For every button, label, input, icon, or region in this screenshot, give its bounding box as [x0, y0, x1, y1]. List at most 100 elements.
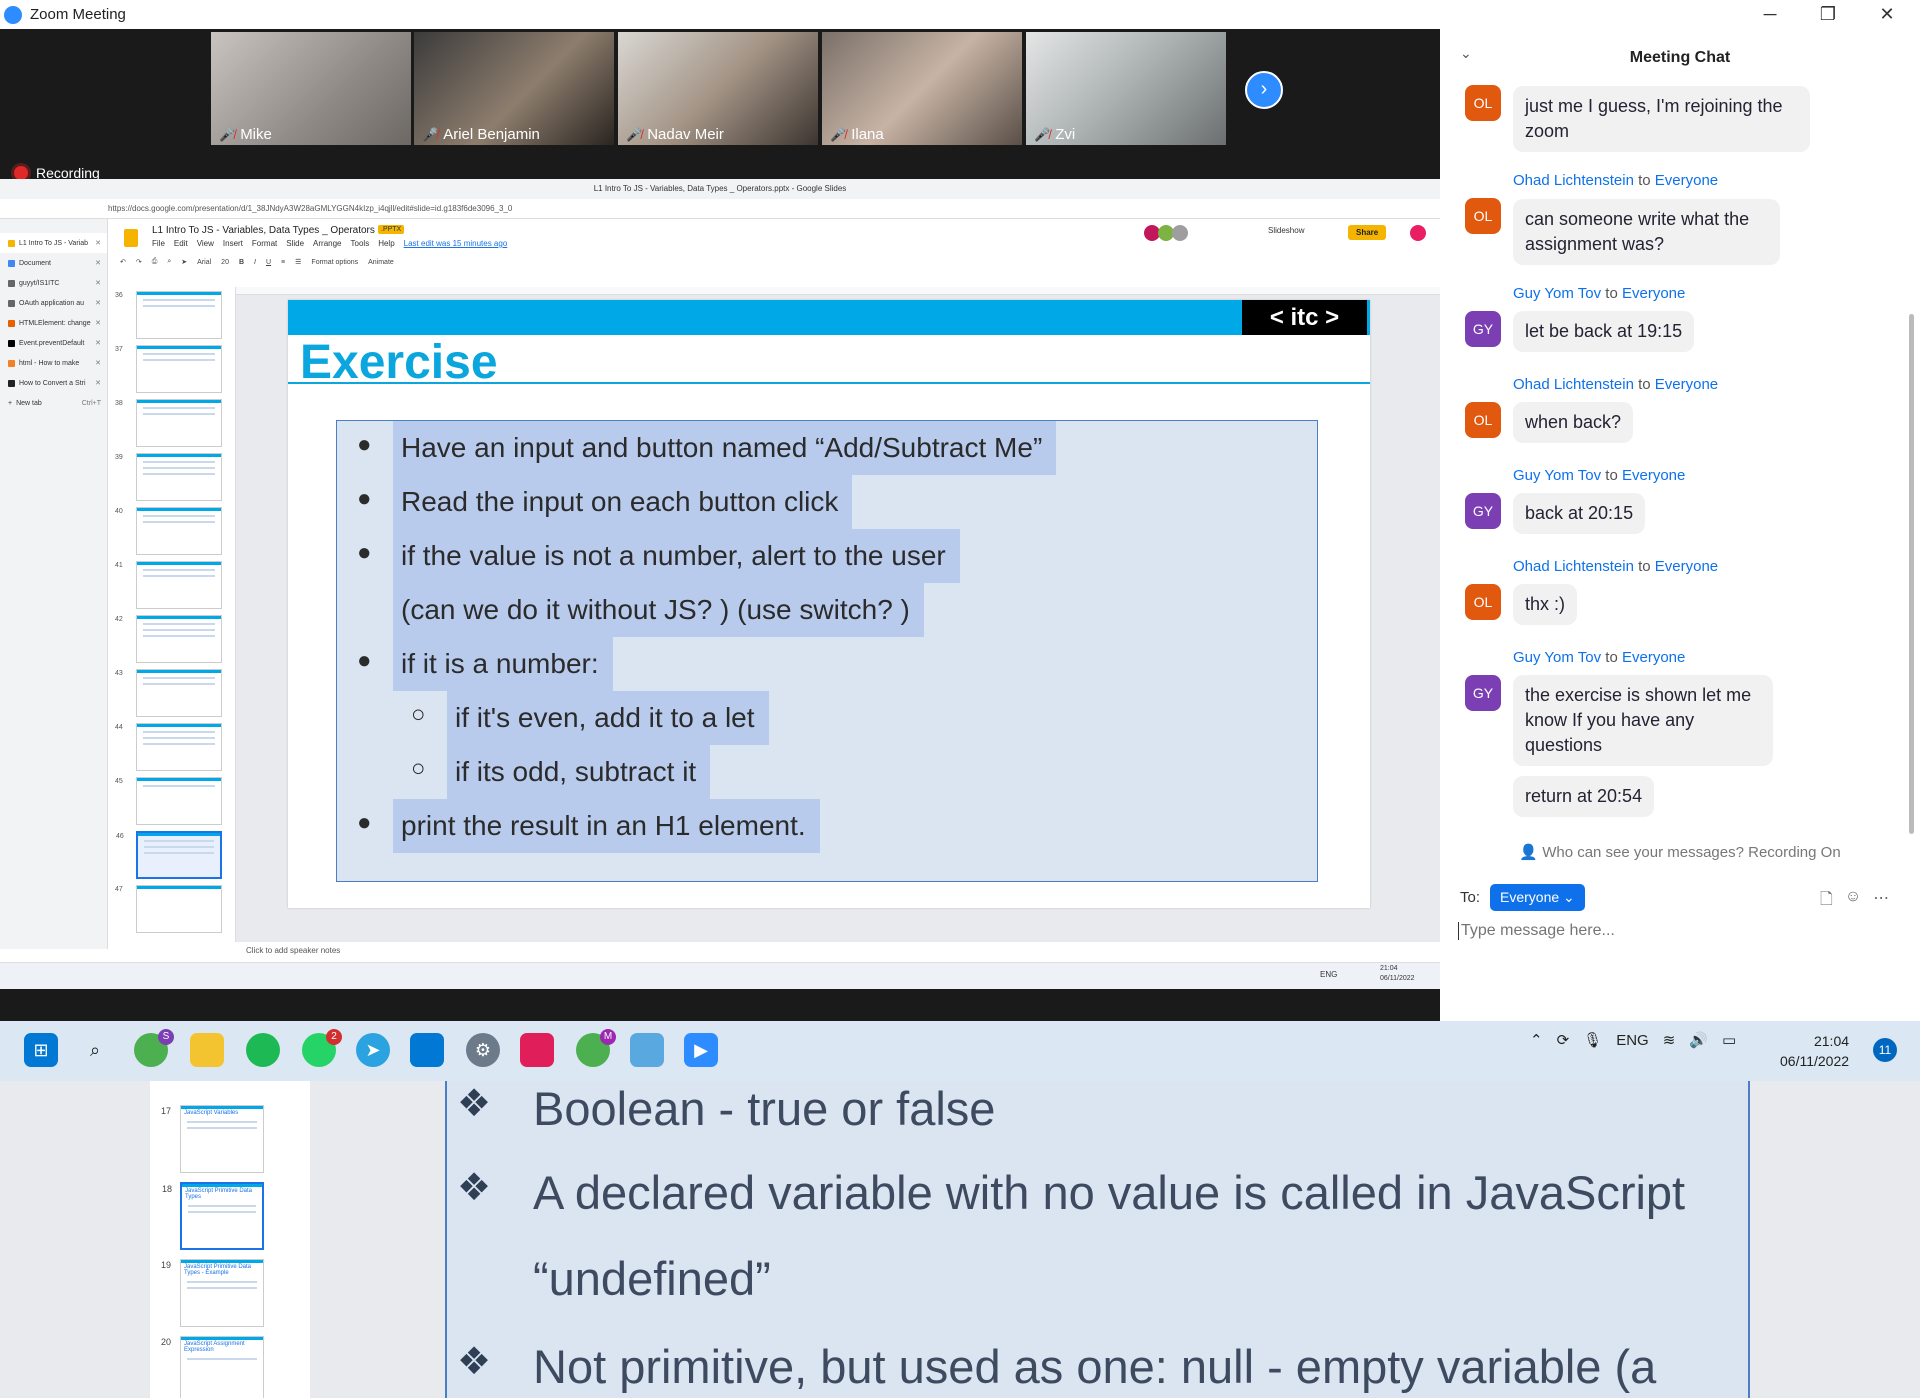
file-explorer-icon[interactable]	[190, 1033, 224, 1067]
collaborator-avatar	[1172, 225, 1188, 241]
slide-header-bar	[288, 300, 1370, 335]
close-button[interactable]: ✕	[1872, 4, 1902, 25]
browser-tab: HTMLElement: change ✕	[0, 313, 107, 333]
bullet-icon: ●	[357, 647, 372, 674]
menu-view: View	[196, 239, 214, 248]
microphone-icon[interactable]: 🎙	[1583, 1031, 1602, 1049]
recording-dot-icon	[14, 166, 28, 180]
close-tab-icon: ✕	[95, 280, 101, 287]
list-icon: ☰	[295, 259, 302, 266]
zoom-share-bottom-band	[0, 989, 1440, 1021]
browser-title: L1 Intro To JS - Variables, Data Types _…	[0, 179, 1440, 199]
chat-sender: Guy Yom Tov to Everyone	[1513, 467, 1686, 484]
menu-file: File	[152, 239, 165, 248]
tab-favicon-icon	[8, 359, 15, 367]
slideshow-button: Slideshow	[1268, 226, 1305, 235]
bullet-icon: ●	[357, 485, 372, 512]
close-tab-icon: ✕	[95, 360, 101, 367]
browser-tab: guyyt/IS1ITC ✕	[0, 273, 107, 293]
chat-message: thx :)	[1513, 584, 1578, 625]
wifi-icon[interactable]: ≋	[1663, 1031, 1676, 1049]
spotify-icon[interactable]	[246, 1033, 280, 1067]
bullet-icon: ●	[357, 539, 372, 566]
sync-icon[interactable]: ⟳	[1557, 1031, 1570, 1049]
volume-icon[interactable]: 🔊	[1689, 1031, 1708, 1049]
slack-icon[interactable]	[520, 1033, 554, 1067]
slide-thumbnail: 44	[115, 723, 222, 771]
battery-icon[interactable]: ▭	[1722, 1031, 1736, 1049]
search-icon[interactable]: ⌕	[78, 1033, 112, 1067]
avatar: OL	[1465, 85, 1501, 121]
participant-tile[interactable]: 🎤̸ Mike	[211, 32, 411, 145]
slide-bullet: Read the input on each button click	[393, 475, 853, 529]
tab-favicon-icon	[8, 339, 15, 347]
settings-icon[interactable]: ⚙	[466, 1033, 500, 1067]
muted-mic-icon: 🎤̸	[1034, 126, 1051, 142]
notification-badge[interactable]: 11	[1873, 1038, 1897, 1062]
tab-favicon-icon	[8, 239, 15, 247]
browser-address-bar: https://docs.google.com/presentation/d/1…	[0, 199, 1440, 219]
bold-icon: B	[238, 258, 245, 266]
recipient-dropdown[interactable]: Everyone ⌄	[1490, 884, 1585, 911]
telegram-icon[interactable]: ➤	[356, 1033, 390, 1067]
zoom-icon: ⌕	[167, 258, 172, 265]
file-icon[interactable]: 🗋	[1820, 888, 1833, 915]
meeting-chat-panel: ⌄ Meeting Chat OL just me I guess, I'm r…	[1440, 29, 1920, 1021]
slides-menu: File Edit View Insert Format Slide Arran…	[152, 239, 507, 248]
menu-slide: Slide	[286, 239, 305, 248]
itc-logo: < itc >	[1242, 300, 1367, 335]
menu-insert: Insert	[222, 239, 243, 248]
chat-visibility-notice: 👤 Who can see your messages? Recording O…	[1519, 844, 1841, 861]
avatar: GY	[1465, 493, 1501, 529]
inner-tray-date: 06/11/2022	[1380, 975, 1415, 982]
next-participants-button[interactable]: ›	[1245, 71, 1283, 109]
diamond-bullet-icon: ❖	[457, 1167, 492, 1209]
clock-time: 21:04	[1813, 1033, 1850, 1049]
chat-sender: Ohad Lichtenstein to Everyone	[1513, 376, 1719, 393]
google-slides-logo-icon	[124, 229, 138, 247]
inner-tray-lang: ENG	[1320, 970, 1338, 979]
background-slides-window: 17 JavaScript Variables 18 JavaScript Prim…	[0, 1081, 1920, 1398]
taskbar-clock[interactable]: 21:04 06/11/2022	[1780, 1031, 1849, 1071]
chat-sender: Ohad Lichtenstein to Everyone	[1513, 558, 1719, 575]
new-tab: + New tab Ctrl+T	[8, 399, 101, 407]
participant-tile[interactable]: 🎤̸ Zvi	[1026, 32, 1226, 145]
menu-edit: Edit	[173, 239, 188, 248]
menu-format: Format	[251, 239, 278, 248]
more-icon[interactable]: ⋯	[1873, 888, 1889, 915]
participant-tile[interactable]: 🎤̸ Nadav Meir	[618, 32, 818, 145]
zoom-taskbar-icon[interactable]: ▶	[684, 1033, 718, 1067]
chrome-profile-icon[interactable]: M	[576, 1029, 616, 1067]
close-tab-icon: ✕	[95, 340, 101, 347]
participant-tile[interactable]: 🎤̸ Ariel Benjamin	[414, 32, 614, 145]
app-icon[interactable]	[630, 1033, 664, 1067]
background-slide-text: ❖ Boolean - true or false ❖ A declared v…	[445, 1081, 1750, 1398]
chat-message: the exercise is shown let me know If you…	[1513, 675, 1773, 766]
chat-scrollbar[interactable]	[1909, 314, 1914, 834]
participant-name: Nadav Meir	[647, 126, 724, 143]
restore-button[interactable]: ❐	[1813, 4, 1843, 25]
avatar: GY	[1465, 311, 1501, 347]
slide-bullet-continued: (can we do it without JS? ) (use switch?…	[393, 583, 924, 637]
chevron-up-icon[interactable]: ⌃	[1530, 1031, 1543, 1049]
language-indicator[interactable]: ENG	[1616, 1032, 1649, 1049]
minimize-button[interactable]: ─	[1755, 4, 1785, 25]
background-filmstrip: 17 JavaScript Variables 18 JavaScript Prim…	[150, 1081, 310, 1398]
slide-sub-bullet: if its odd, subtract it	[447, 745, 711, 799]
menu-tools: Tools	[350, 239, 370, 248]
chat-message-input[interactable]	[1458, 922, 1898, 940]
start-icon[interactable]: ⊞	[24, 1033, 58, 1067]
avatar: GY	[1465, 675, 1501, 711]
slide-thumbnail: 47	[115, 885, 222, 933]
undo-icon: ↶	[120, 259, 126, 266]
emoji-icon[interactable]: ☺	[1845, 888, 1861, 915]
slide-bullet: A declared variable with no value is cal…	[533, 1166, 1686, 1219]
slide-thumbnail-active: 46	[116, 831, 222, 879]
chrome-icon[interactable]: S	[134, 1029, 174, 1067]
participant-tile[interactable]: 🎤̸ Ilana	[822, 32, 1022, 145]
select-icon: ➤	[181, 259, 188, 266]
inner-tray-time: 21:04	[1380, 965, 1398, 972]
vscode-icon[interactable]	[410, 1033, 444, 1067]
chat-message: just me I guess, I'm rejoining the zoom	[1513, 86, 1810, 152]
whatsapp-icon[interactable]: 2	[302, 1029, 342, 1067]
